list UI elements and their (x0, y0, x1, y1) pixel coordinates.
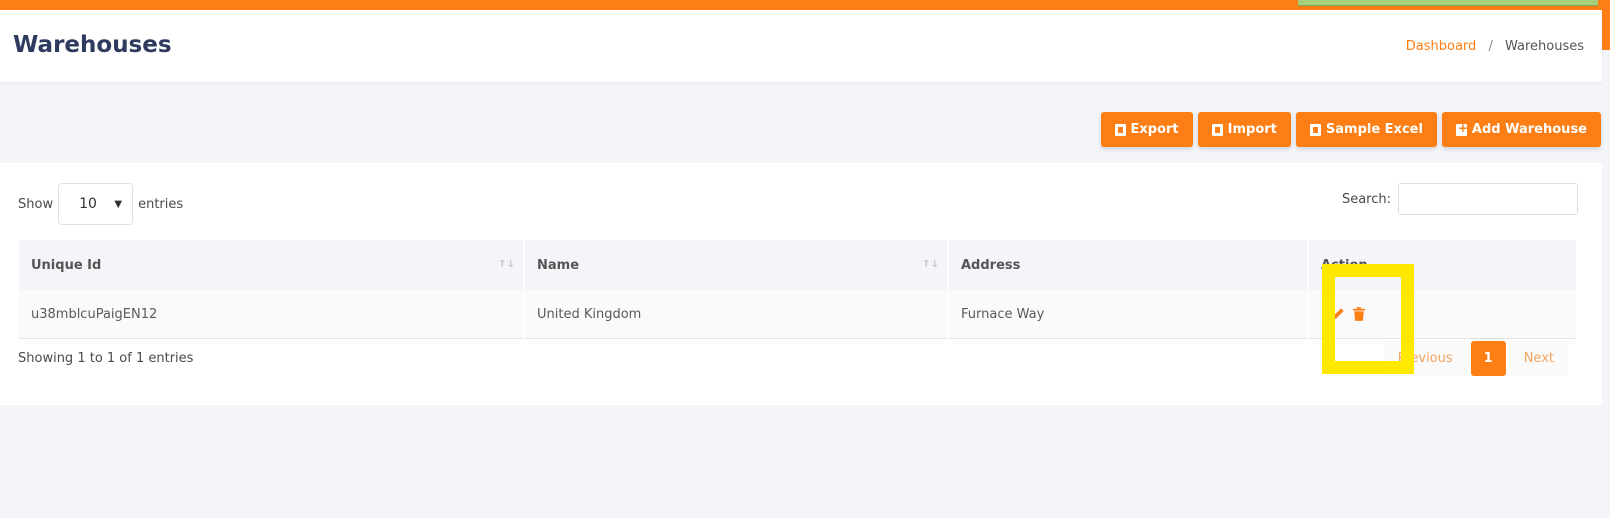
sort-icon: ↑↓ (922, 259, 939, 270)
entries-per-page-select[interactable]: 10 ▼ (58, 183, 134, 225)
breadcrumb-current: Warehouses (1504, 39, 1584, 54)
right-accent-sliver (1602, 10, 1610, 50)
chevron-down-icon: ▼ (114, 198, 123, 210)
search-label: Search: (1341, 191, 1391, 207)
sample-excel-button[interactable]: Sample Excel (1295, 112, 1437, 147)
breadcrumb-separator: / (1488, 39, 1493, 54)
column-header-label: Unique Id (31, 257, 102, 273)
column-header-name[interactable]: Name ↑↓ (524, 240, 949, 290)
column-header-label: Name (537, 257, 580, 273)
sample-excel-button-label: Sample Excel (1325, 122, 1423, 137)
show-entries: Show 10 ▼ entries (18, 183, 183, 225)
import-button[interactable]: Import (1197, 112, 1291, 147)
file-import-icon (1211, 123, 1223, 136)
table-info: Showing 1 to 1 of 1 entries (18, 351, 194, 366)
search-box: Search: (1342, 183, 1578, 215)
cell-address: Furnace Way (948, 290, 1309, 339)
breadcrumb-dashboard-link[interactable]: Dashboard (1406, 39, 1477, 54)
entries-per-page-value: 10 (79, 196, 97, 212)
sort-icon: ↑↓ (498, 259, 515, 270)
export-button-label: Export (1130, 122, 1179, 137)
cell-unique-id: u38mblcuPaigEN12 (19, 290, 525, 339)
add-warehouse-button-label: Add Warehouse (1471, 122, 1587, 137)
file-download-icon (1309, 123, 1321, 136)
highlight-box (1322, 264, 1414, 374)
top-right-strip (1298, 0, 1598, 6)
action-buttons: Export Import Sample Excel Add Warehouse (1100, 112, 1601, 147)
search-input[interactable] (1398, 183, 1578, 215)
file-download-icon (1114, 123, 1126, 136)
entries-label: entries (138, 196, 184, 212)
show-label: Show (18, 196, 54, 212)
pagination-page-1[interactable]: 1 (1470, 341, 1506, 376)
export-button[interactable]: Export (1100, 112, 1193, 147)
import-button-label: Import (1227, 122, 1277, 137)
column-header-label: Address (961, 257, 1021, 273)
plus-square-icon (1455, 121, 1468, 136)
breadcrumb: Dashboard / Warehouses (1406, 39, 1584, 54)
page-header: Warehouses Dashboard / Warehouses (0, 10, 1602, 82)
column-header-address: Address (948, 240, 1309, 290)
pagination-next[interactable]: Next (1509, 341, 1568, 376)
page-title: Warehouses (13, 32, 172, 58)
cell-name: United Kingdom (524, 290, 949, 339)
add-warehouse-button[interactable]: Add Warehouse (1441, 112, 1601, 147)
column-header-unique-id[interactable]: Unique Id ↑↓ (19, 240, 525, 290)
